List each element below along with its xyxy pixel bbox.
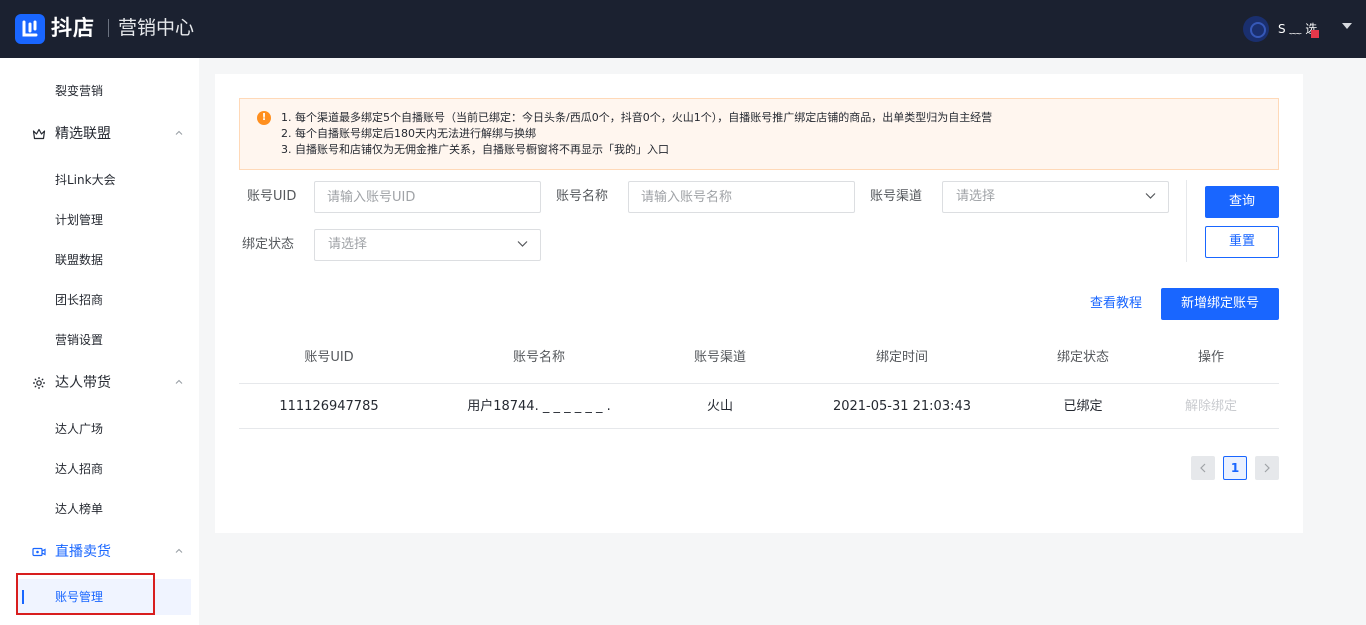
channel-label: 账号渠道 — [870, 189, 923, 204]
pagination-next-button[interactable] — [1255, 456, 1279, 480]
add-bind-account-button[interactable]: 新增绑定账号 — [1161, 288, 1279, 320]
column-header-uid: 账号UID — [304, 350, 354, 365]
chevron-up-icon — [175, 379, 183, 384]
chevron-up-icon — [175, 130, 183, 135]
gear-icon — [33, 377, 45, 389]
table-header-divider — [239, 383, 1279, 384]
main-card: ! 1. 每个渠道最多绑定5个自播账号（当前已绑定：今日头条/西瓜0个，抖音0个… — [215, 74, 1303, 533]
column-header-name: 账号名称 — [512, 350, 565, 365]
cell-channel: 火山 — [706, 399, 733, 414]
channel-select[interactable]: 请选择 — [942, 181, 1169, 213]
sidebar-group-label: 直播卖货 — [55, 544, 111, 560]
notification-badge — [1311, 30, 1319, 38]
uid-input[interactable] — [314, 181, 541, 213]
sidebar-item-influencer-recruit[interactable]: 达人招商 — [55, 460, 103, 478]
live-video-icon — [32, 547, 46, 557]
sidebar-item-fission-marketing[interactable]: 裂变营销 — [55, 82, 103, 100]
sidebar-item-alliance-data[interactable]: 联盟数据 — [55, 251, 103, 269]
chevron-right-icon — [1264, 463, 1270, 473]
chevron-left-icon — [1200, 463, 1206, 473]
chevron-down-icon — [1145, 193, 1156, 199]
sidebar-item-influencer-ranking[interactable]: 达人榜单 — [55, 500, 103, 518]
sidebar-group-selected-alliance[interactable]: 精选联盟 — [32, 124, 184, 144]
bind-status-select-placeholder: 请选择 — [328, 237, 368, 252]
sidebar-group-live-selling[interactable]: 直播卖货 — [32, 542, 184, 562]
highlight-annotation-box — [16, 573, 155, 615]
account-name-input[interactable] — [628, 181, 855, 213]
sidebar: 裂变营销 精选联盟 抖Link大会 计划管理 联盟数据 团长招商 营销设置 达人… — [0, 58, 199, 625]
top-bar: 抖店 营销中心 S ﹏ 选 — [0, 0, 1366, 58]
bind-status-label: 绑定状态 — [242, 237, 295, 252]
notice-line-3: 3. 自播账号和店铺仅为无佣金推广关系，自播账号橱窗将不再显示「我的」入口 — [281, 143, 669, 156]
chevron-down-icon — [517, 241, 528, 247]
avatar[interactable] — [1243, 16, 1269, 42]
notice-line-1: 1. 每个渠道最多绑定5个自播账号（当前已绑定：今日头条/西瓜0个，抖音0个，火… — [281, 111, 993, 124]
sidebar-item-doulink-conference[interactable]: 抖Link大会 — [55, 171, 116, 189]
cell-uid: 111126947785 — [279, 399, 379, 414]
column-header-bind-status: 绑定状态 — [1056, 350, 1109, 365]
pagination-prev-button[interactable] — [1191, 456, 1215, 480]
query-button[interactable]: 查询 — [1205, 186, 1279, 218]
bind-status-select[interactable]: 请选择 — [314, 229, 541, 261]
chevron-down-icon[interactable] — [1342, 23, 1352, 29]
uid-label: 账号UID — [247, 189, 297, 204]
unbind-button[interactable]: 解除绑定 — [1171, 387, 1251, 427]
crown-icon — [32, 128, 46, 140]
notice-banner: ! 1. 每个渠道最多绑定5个自播账号（当前已绑定：今日头条/西瓜0个，抖音0个… — [239, 98, 1279, 170]
cell-bind-time: 2021-05-31 21:03:43 — [832, 399, 972, 414]
column-header-action: 操作 — [1197, 350, 1224, 365]
cell-bind-status: 已绑定 — [1063, 399, 1103, 414]
filter-divider — [1186, 180, 1187, 262]
sidebar-group-influencer-sales[interactable]: 达人带货 — [32, 373, 184, 393]
sidebar-item-influencer-square[interactable]: 达人广场 — [55, 420, 103, 438]
reset-button[interactable]: 重置 — [1205, 226, 1279, 258]
column-header-bind-time: 绑定时间 — [875, 350, 928, 365]
warning-icon: ! — [257, 111, 271, 125]
sidebar-item-marketing-settings[interactable]: 营销设置 — [55, 331, 103, 349]
pagination-page-current[interactable]: 1 — [1223, 456, 1247, 480]
column-header-channel: 账号渠道 — [693, 350, 746, 365]
sidebar-item-plan-management[interactable]: 计划管理 — [55, 211, 103, 229]
notice-line-2: 2. 每个自播账号绑定后180天内无法进行解绑与换绑 — [281, 127, 536, 140]
page-title: 营销中心 — [118, 17, 195, 39]
channel-select-placeholder: 请选择 — [956, 189, 996, 204]
table-row-divider — [239, 428, 1279, 429]
sidebar-group-label: 达人带货 — [55, 375, 111, 391]
doudian-logo-icon[interactable] — [15, 14, 45, 44]
brand-divider — [108, 19, 109, 37]
tutorial-link[interactable]: 查看教程 — [1090, 294, 1142, 314]
sidebar-item-leader-recruit[interactable]: 团长招商 — [55, 291, 103, 309]
cell-account-name: 用户18744. _ _ _ _ _ _ . — [467, 399, 611, 414]
chevron-up-icon — [175, 548, 183, 553]
brand-name[interactable]: 抖店 — [51, 13, 95, 43]
account-name-label: 账号名称 — [556, 189, 609, 204]
sidebar-group-label: 精选联盟 — [55, 126, 111, 142]
